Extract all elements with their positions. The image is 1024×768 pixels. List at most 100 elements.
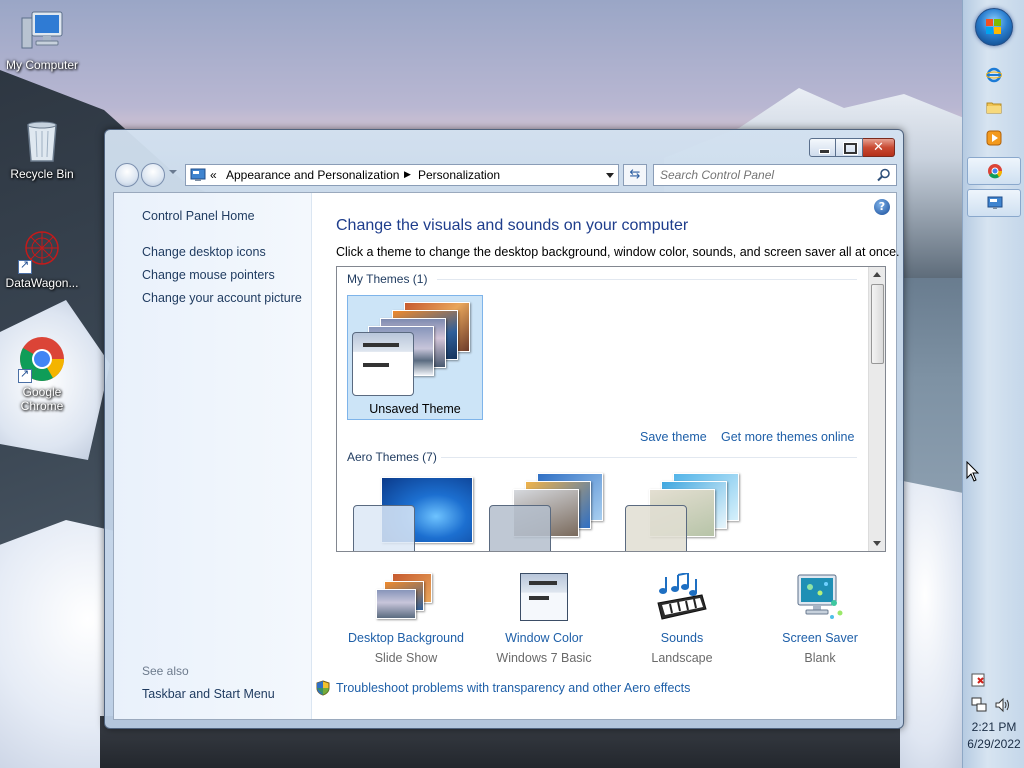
personalization-icon [987,196,1003,209]
theme-name: Unsaved Theme [369,402,461,416]
taskbar-internet-explorer[interactable] [967,62,1021,90]
scroll-up-icon[interactable] [873,272,881,277]
taskbar-start-menu-link[interactable]: Taskbar and Start Menu [142,687,275,701]
mouse-cursor-icon [966,461,980,482]
desktop-icon-google-chrome[interactable]: Google Chrome [0,335,84,413]
media-player-icon [986,130,1002,146]
breadcrumb-personalization[interactable]: Personalization [418,168,500,182]
breadcrumb-appearance[interactable]: Appearance and Personalization [226,168,399,182]
scroll-down-icon[interactable] [873,541,881,546]
address-overflow[interactable]: « [210,168,217,182]
taskbar-windows-explorer[interactable] [967,94,1021,122]
group-divider [441,457,857,458]
desktop-icon-label: Recycle Bin [10,167,74,181]
desktop-icon-datawagon[interactable]: DataWagon... [0,226,84,290]
folder-icon [986,102,1002,114]
caption-buttons: ✕ [809,138,895,157]
action-center-flag-icon[interactable] [971,672,987,688]
page-description: Click a theme to change the desktop back… [336,245,900,259]
window-color-label[interactable]: Window Color [474,631,614,645]
sounds-icon [652,571,712,625]
control-panel-icon [190,168,206,181]
clock-date[interactable]: 6/29/2022 [963,737,1024,751]
swatch-content [363,363,389,367]
shield-icon [316,680,330,696]
window-color-swatch [489,505,551,551]
recent-pages-dropdown-icon[interactable] [169,170,177,174]
breadcrumb-separator-icon[interactable]: ▶ [404,170,411,180]
help-icon[interactable]: ? [874,199,890,215]
search-input[interactable] [660,168,870,182]
maximize-button[interactable] [836,138,863,157]
shortcut-arrow-icon [18,367,32,383]
theme-list: My Themes (1) Unsaved Theme Save theme G… [336,266,886,552]
preview-content [529,596,549,600]
troubleshoot-aero-link[interactable]: Troubleshoot problems with transparency … [316,680,690,696]
window-color-item[interactable]: Window Color Windows 7 Basic [474,573,614,665]
desktop-background-value: Slide Show [374,651,438,665]
screen-saver-item[interactable]: Screen Saver Blank [750,573,890,665]
desktop-icon-label: My Computer [5,58,79,72]
clock-time[interactable]: 2:21 PM [963,720,1024,734]
close-icon: ✕ [873,140,884,155]
chrome-icon [18,335,66,383]
refresh-icon: ⇆ [629,167,641,182]
screen-saver-label[interactable]: Screen Saver [750,631,890,645]
desktop-background-item[interactable]: Desktop Background Slide Show [336,573,476,665]
search-box[interactable] [653,164,897,186]
left-pane: Control Panel Home Change desktop icons … [114,193,312,719]
windows-logo-icon [986,19,1002,35]
address-bar[interactable]: « Appearance and Personalization ▶ Perso… [185,164,619,186]
control-panel-home-link[interactable]: Control Panel Home [142,209,255,223]
sounds-label[interactable]: Sounds [612,631,752,645]
content-area: Control Panel Home Change desktop icons … [113,192,900,720]
desktop-icon-recycle-bin[interactable]: Recycle Bin [0,117,84,181]
sounds-value: Landscape [651,651,713,665]
window-color-preview [520,573,568,621]
back-button[interactable] [115,163,139,187]
window-color-swatch [353,505,415,551]
refresh-button[interactable]: ⇆ [623,164,647,186]
sounds-item[interactable]: Sounds Landscape [612,571,752,665]
window-color-swatch [625,505,687,551]
background-thumbnail [376,589,416,619]
taskbar-media-player[interactable] [967,125,1021,153]
save-theme-link[interactable]: Save theme [640,430,707,444]
taskbar: 2:21 PM 6/29/2022 [962,0,1024,768]
group-divider [437,279,857,280]
desktop-icon-my-computer[interactable]: My Computer [0,8,84,72]
desktop-background-icon [376,573,436,625]
taskbar-google-chrome[interactable] [967,157,1021,185]
volume-icon[interactable] [994,697,1010,713]
desktop-background-label[interactable]: Desktop Background [336,631,476,645]
personalization-window: ✕ « Appearance and Personalization ▶ Per… [104,129,904,729]
change-account-picture-link[interactable]: Change your account picture [142,291,302,305]
taskbar-personalization[interactable] [967,189,1021,217]
minimize-button[interactable] [809,138,836,157]
window-color-swatch [352,332,414,396]
troubleshoot-aero-label[interactable]: Troubleshoot problems with transparency … [336,681,690,695]
search-icon[interactable] [877,168,891,182]
desktop-icon-label: Google Chrome [20,385,64,413]
get-more-themes-link[interactable]: Get more themes online [721,430,854,444]
datawagon-icon [18,226,66,274]
close-button[interactable]: ✕ [863,138,895,157]
computer-icon [18,8,66,56]
screen-saver-icon [790,573,850,625]
page-title: Change the visuals and sounds on your co… [336,217,689,234]
swatch-titlebar [363,343,399,347]
change-mouse-pointers-link[interactable]: Change mouse pointers [142,268,275,282]
my-themes-header: My Themes (1) [347,272,428,286]
change-desktop-icons-link[interactable]: Change desktop icons [142,245,266,259]
scrollbar-thumb[interactable] [871,284,884,364]
network-icon[interactable] [971,697,987,713]
forward-button[interactable] [141,163,165,187]
start-button[interactable] [975,8,1013,46]
shortcut-arrow-icon [18,258,32,274]
preview-titlebar [529,581,557,585]
internet-explorer-icon [986,67,1002,83]
aero-themes-header: Aero Themes (7) [347,450,437,464]
theme-unsaved[interactable]: Unsaved Theme [347,295,483,420]
theme-list-scrollbar[interactable] [868,267,885,551]
address-dropdown-icon[interactable] [606,173,614,178]
